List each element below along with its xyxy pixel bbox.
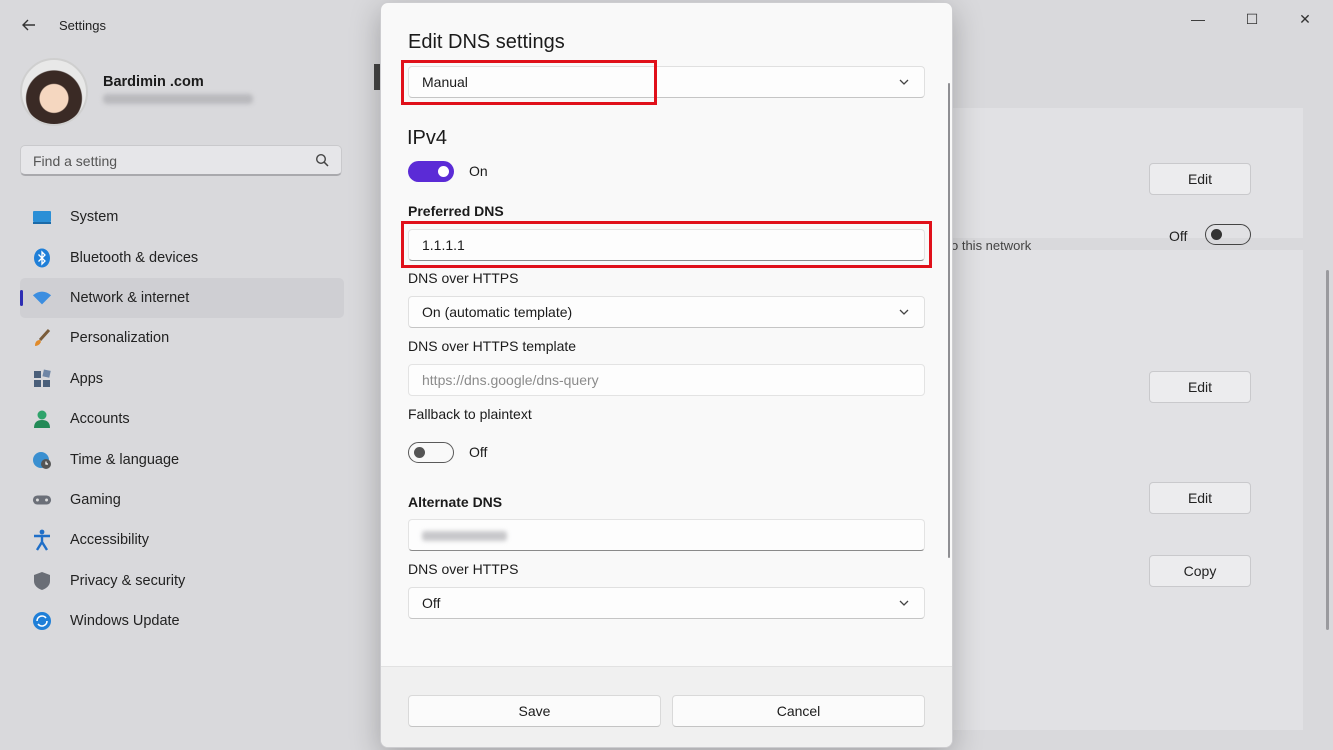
alt-doh-dropdown[interactable]: Off	[408, 587, 925, 619]
sidebar-item-network[interactable]: Network & internet	[20, 277, 344, 319]
sidebar-item-accessibility[interactable]: Accessibility	[20, 520, 344, 560]
alternate-dns-field[interactable]	[408, 519, 925, 551]
globe-clock-icon	[32, 450, 52, 470]
sidebar-item-label: Privacy & security	[70, 572, 186, 589]
sidebar-item-windows-update[interactable]: Windows Update	[20, 601, 344, 641]
fallback-toggle[interactable]	[408, 442, 454, 463]
fallback-label: Fallback to plaintext	[408, 406, 532, 422]
monitor-icon	[32, 207, 52, 227]
brush-icon	[32, 328, 52, 348]
dialog-title: Edit DNS settings	[408, 31, 565, 53]
gamepad-icon	[32, 490, 52, 510]
dialog-scrollbar[interactable]	[948, 83, 950, 558]
sidebar-item-label: Accounts	[70, 411, 130, 428]
bg-off-label: Off	[1169, 228, 1188, 244]
sidebar-nav: System Bluetooth & devices Network & int…	[20, 197, 344, 641]
sidebar-item-bluetooth[interactable]: Bluetooth & devices	[20, 237, 344, 277]
sidebar-item-label: Apps	[70, 370, 104, 387]
sidebar-item-label: Personalization	[70, 330, 170, 347]
sidebar-item-time-language[interactable]: Time & language	[20, 439, 344, 479]
sidebar-item-label: Time & language	[70, 451, 180, 468]
bluetooth-icon	[32, 248, 52, 268]
app-title: Settings	[59, 18, 106, 33]
sidebar-item-label: Network & internet	[70, 289, 190, 306]
back-arrow-icon	[22, 19, 35, 31]
sidebar-item-label: Accessibility	[70, 532, 149, 549]
sidebar-item-privacy[interactable]: Privacy & security	[20, 561, 344, 601]
active-indicator	[20, 289, 23, 306]
fallback-toggle-label: Off	[469, 444, 488, 460]
doh-template-label: DNS over HTTPS template	[408, 338, 577, 354]
ipv4-toggle[interactable]	[408, 161, 454, 182]
minimize-button[interactable]: —	[1176, 8, 1220, 30]
search-input[interactable]: Find a setting	[20, 145, 342, 176]
ipv4-toggle-label: On	[469, 163, 488, 179]
shield-icon	[32, 571, 52, 591]
sidebar-item-label: Windows Update	[70, 613, 180, 630]
cancel-button[interactable]: Cancel	[672, 695, 925, 727]
doh-template-placeholder: https://dns.google/dns-query	[422, 372, 599, 388]
dialog-footer: Save Cancel	[381, 666, 952, 747]
sidebar-item-label: Bluetooth & devices	[70, 249, 199, 266]
highlight-box	[401, 60, 657, 105]
sidebar-item-accounts[interactable]: Accounts	[20, 399, 344, 439]
apps-icon	[32, 369, 52, 389]
search-placeholder: Find a setting	[33, 153, 118, 169]
close-button[interactable]: ✕	[1283, 8, 1327, 30]
chevron-down-icon	[899, 79, 909, 85]
sidebar-item-apps[interactable]: Apps	[20, 359, 344, 399]
doh-label: DNS over HTTPS	[408, 270, 519, 286]
doh-dropdown[interactable]: On (automatic template)	[408, 296, 925, 328]
chevron-down-icon	[899, 600, 909, 606]
doh-template-field[interactable]: https://dns.google/dns-query	[408, 364, 925, 396]
bg-copy-button[interactable]: Copy	[1149, 555, 1251, 587]
highlight-box	[401, 221, 932, 268]
back-button[interactable]	[14, 12, 44, 38]
toggle-knob	[414, 447, 425, 458]
wifi-icon	[32, 288, 52, 308]
alt-doh-label: DNS over HTTPS	[408, 561, 519, 577]
bg-edit-button[interactable]: Edit	[1149, 371, 1251, 403]
bg-toggle[interactable]	[1205, 224, 1251, 245]
person-icon	[32, 409, 52, 429]
avatar	[20, 58, 88, 126]
section-ipv4: IPv4	[407, 127, 448, 149]
bg-edit-button[interactable]: Edit	[1149, 163, 1251, 195]
accessibility-icon	[32, 529, 52, 551]
search-icon	[315, 153, 329, 167]
bg-edit-button[interactable]: Edit	[1149, 482, 1251, 514]
scrollbar[interactable]	[1326, 270, 1329, 630]
profile-name: Bardimin .com	[103, 74, 204, 90]
sidebar-item-gaming[interactable]: Gaming	[20, 480, 344, 520]
sidebar-item-system[interactable]: System	[20, 197, 344, 237]
preferred-dns-label: Preferred DNS	[408, 203, 504, 219]
dropdown-value: On (automatic template)	[422, 304, 573, 320]
sidebar-item-personalization[interactable]: Personalization	[20, 318, 344, 358]
edit-dns-dialog: Edit DNS settings Manual IPv4 On Preferr…	[380, 2, 953, 748]
toggle-knob	[438, 166, 449, 177]
profile-email-redacted	[103, 94, 253, 104]
alternate-dns-value-redacted	[422, 531, 507, 541]
dropdown-value: Off	[422, 595, 441, 611]
save-button[interactable]: Save	[408, 695, 661, 727]
update-icon	[32, 611, 52, 631]
bg-network-text: o this network	[951, 238, 1032, 253]
chevron-down-icon	[899, 309, 909, 315]
sidebar-item-label: Gaming	[70, 491, 121, 508]
maximize-button[interactable]: ☐	[1230, 8, 1274, 30]
sidebar-item-label: System	[70, 209, 119, 226]
alternate-dns-label: Alternate DNS	[408, 494, 503, 510]
